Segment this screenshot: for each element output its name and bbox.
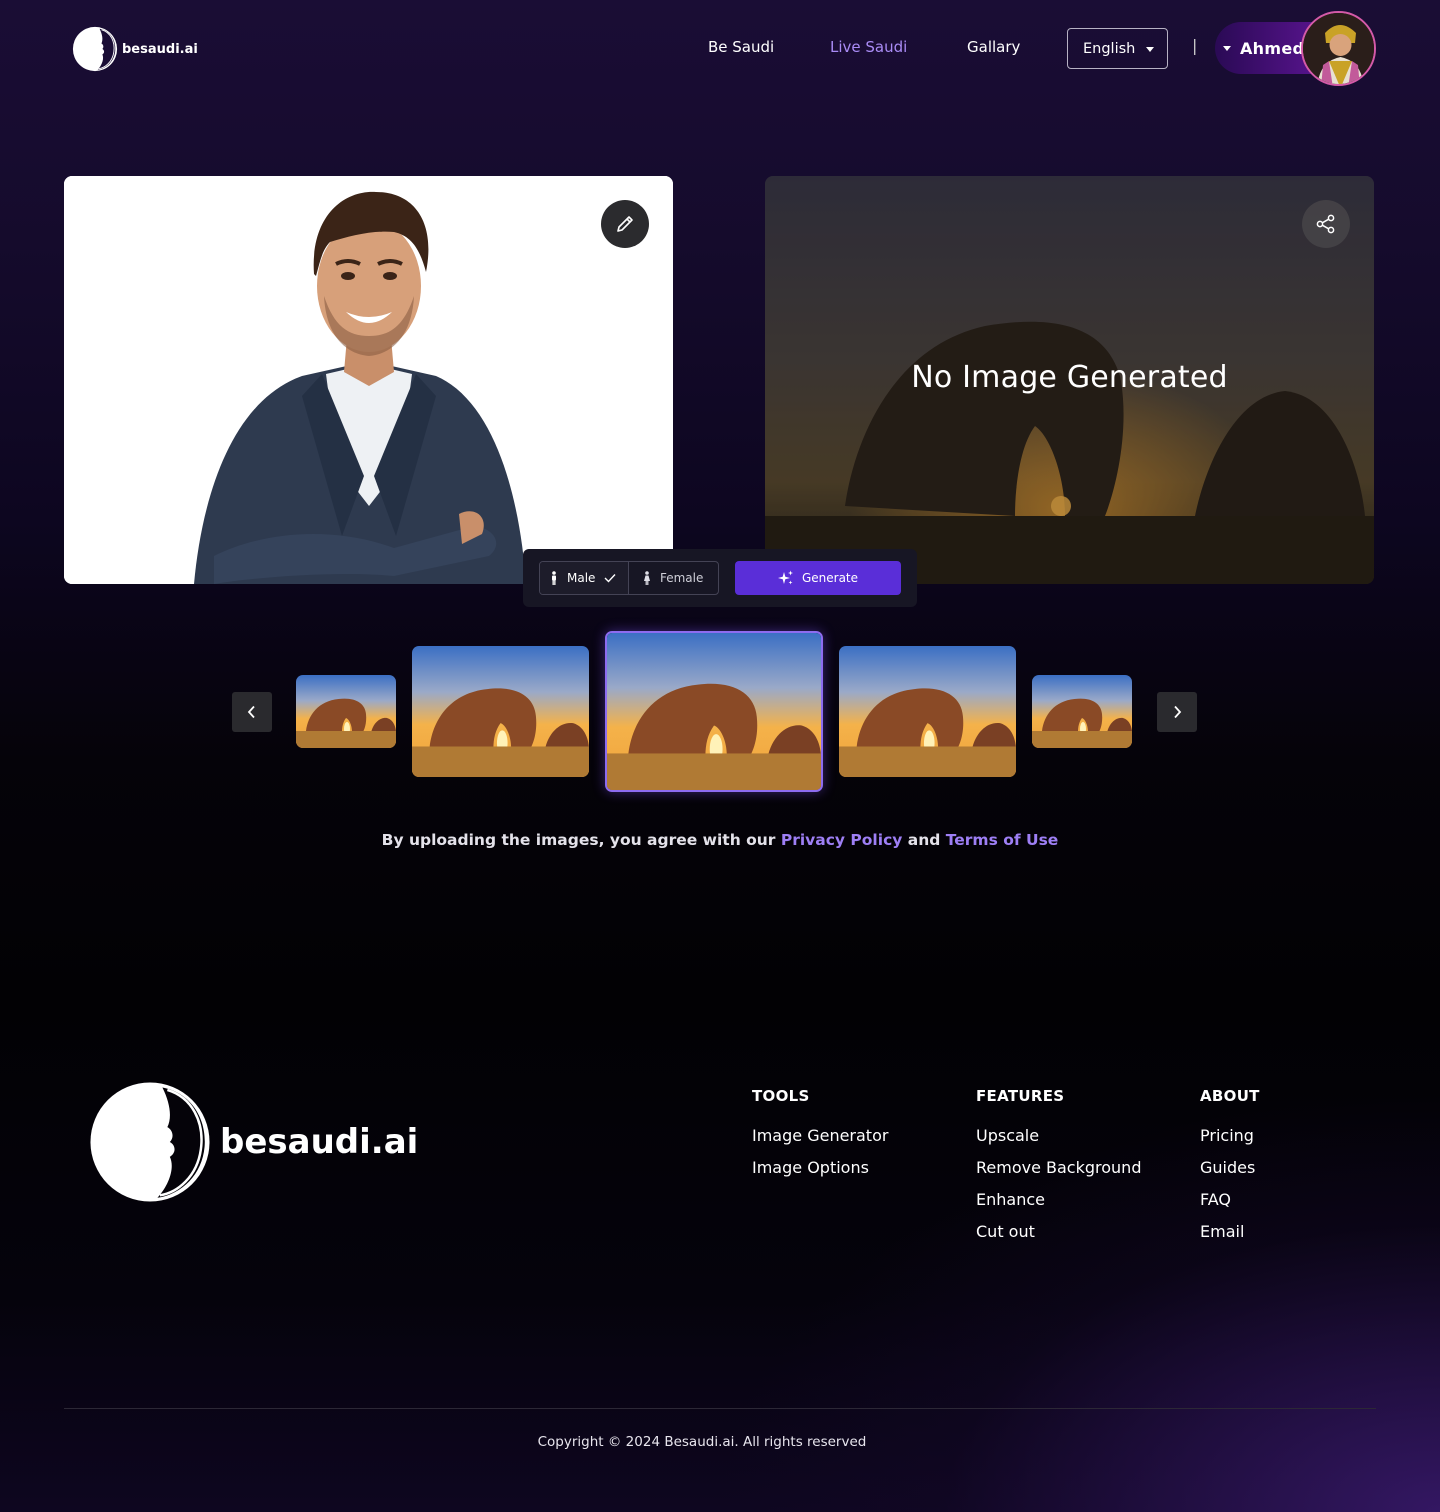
female-label: Female <box>659 571 704 585</box>
gender-selector: Male Female <box>539 561 719 595</box>
male-label: Male <box>567 571 596 585</box>
share-icon <box>1316 214 1335 234</box>
chevron-right-icon <box>1174 705 1182 719</box>
nav-gallary[interactable]: Gallary <box>967 38 1020 56</box>
logo-text: besaudi.ai <box>122 41 198 57</box>
uploaded-portrait-image <box>64 176 673 584</box>
nav-live-saudi[interactable]: Live Saudi <box>830 38 907 56</box>
footer-link-image-options[interactable]: Image Options <box>752 1157 888 1178</box>
footer-logo[interactable]: besaudi.ai <box>88 1080 418 1204</box>
no-image-text: No Image Generated <box>911 360 1228 395</box>
footer-about-heading: ABOUT <box>1200 1087 1260 1105</box>
footer-about-column: ABOUT Pricing Guides FAQ Email <box>1200 1087 1260 1253</box>
chevron-down-icon <box>1146 47 1154 52</box>
carousel-thumbnail[interactable] <box>839 646 1016 777</box>
logo-face-icon <box>72 26 118 72</box>
uploaded-image-panel <box>64 176 673 584</box>
header-separator: | <box>1192 36 1198 55</box>
female-option[interactable]: Female <box>629 562 718 594</box>
alula-rock-image <box>296 675 396 748</box>
terms-of-use-link[interactable]: Terms of Use <box>946 831 1059 849</box>
user-name: Ahmed <box>1240 38 1305 58</box>
generation-control-bar: Male Female Generate <box>523 549 917 607</box>
carousel-next-button[interactable] <box>1157 692 1197 732</box>
nav-be-saudi[interactable]: Be Saudi <box>708 38 774 56</box>
language-select[interactable]: English <box>1067 28 1168 69</box>
carousel-thumbnail[interactable] <box>296 675 396 748</box>
footer-features-column: FEATURES Upscale Remove Background Enhan… <box>976 1087 1141 1253</box>
privacy-policy-link[interactable]: Privacy Policy <box>781 831 903 849</box>
carousel-thumbnail[interactable] <box>1032 675 1132 748</box>
generate-label: Generate <box>801 571 859 585</box>
alula-rock-image <box>1032 675 1132 748</box>
edit-button[interactable] <box>601 200 649 248</box>
footer-link-pricing[interactable]: Pricing <box>1200 1125 1260 1146</box>
logo-face-icon <box>90 1082 210 1202</box>
share-button[interactable] <box>1302 200 1350 248</box>
header-logo[interactable]: besaudi.ai <box>72 26 198 72</box>
agreement-and: and <box>907 831 941 849</box>
copyright-text: Copyright © 2024 Besaudi.ai. All rights … <box>537 1434 867 1450</box>
footer-link-cut-out[interactable]: Cut out <box>976 1221 1141 1242</box>
generated-image-panel: No Image Generated <box>765 176 1374 584</box>
male-option[interactable]: Male <box>540 562 629 594</box>
footer-link-remove-background[interactable]: Remove Background <box>976 1157 1141 1178</box>
chevron-down-icon <box>1223 45 1231 51</box>
carousel-thumbnail[interactable] <box>412 646 589 777</box>
footer-tools-column: TOOLS Image Generator Image Options <box>752 1087 888 1189</box>
footer-link-guides[interactable]: Guides <box>1200 1157 1260 1178</box>
upload-agreement-text: By uploading the images, you agree with … <box>0 831 1440 849</box>
pencil-icon <box>617 216 633 232</box>
footer-link-email[interactable]: Email <box>1200 1221 1260 1242</box>
alula-rock-image <box>412 646 589 777</box>
footer-link-enhance[interactable]: Enhance <box>976 1189 1141 1210</box>
male-icon <box>552 571 556 585</box>
carousel-prev-button[interactable] <box>232 692 272 732</box>
sparkles-icon <box>777 570 793 585</box>
carousel-thumbnail-selected[interactable] <box>605 631 823 792</box>
footer-divider <box>64 1408 1376 1409</box>
agreement-prefix: By uploading the images, you agree with … <box>381 831 776 849</box>
female-icon <box>643 571 650 585</box>
alula-rock-image <box>607 633 821 790</box>
avatar-portrait <box>1303 13 1374 84</box>
check-icon <box>604 574 616 583</box>
avatar[interactable] <box>1301 11 1376 86</box>
footer-link-upscale[interactable]: Upscale <box>976 1125 1141 1146</box>
footer-logo-text: besaudi.ai <box>220 1122 419 1162</box>
footer-tools-heading: TOOLS <box>752 1087 810 1105</box>
footer-link-image-generator[interactable]: Image Generator <box>752 1125 888 1146</box>
language-value: English <box>1083 40 1136 57</box>
footer-features-heading: FEATURES <box>976 1087 1065 1105</box>
generate-button[interactable]: Generate <box>735 561 901 595</box>
alula-rock-image <box>839 646 1016 777</box>
chevron-left-icon <box>247 705 255 719</box>
footer-link-faq[interactable]: FAQ <box>1200 1189 1260 1210</box>
